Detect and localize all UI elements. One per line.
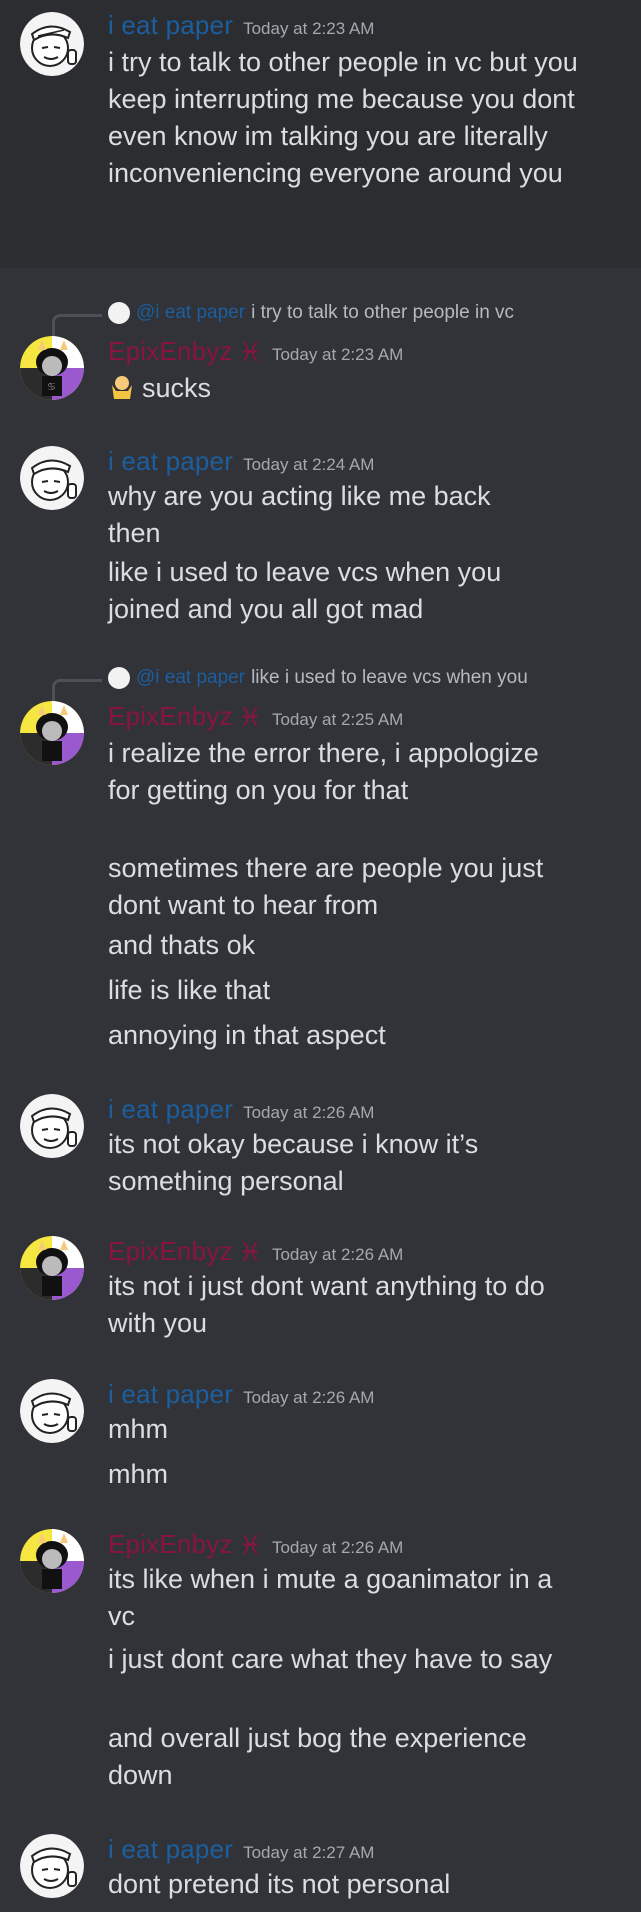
avatar-epix[interactable] — [20, 1529, 84, 1593]
username[interactable]: EpixEnbyz — [108, 1529, 233, 1559]
username[interactable]: i eat paper — [108, 10, 233, 40]
message-text: its not okay because i know it’s somethi… — [108, 1129, 479, 1196]
message-text-body: sucks — [142, 373, 212, 403]
message-item: i eat paper Today at 2:23 AM i try to tal… — [0, 0, 641, 268]
timestamp: Today at 2:23 AM — [271, 345, 404, 364]
epix-avatar-icon — [20, 701, 84, 765]
message-text: its like when i mute a goanimator in a v… — [108, 1564, 553, 1631]
username[interactable]: EpixEnbyz — [108, 1236, 233, 1266]
reply-text: like i used to leave vcs when you — [251, 667, 528, 689]
avatar-paper[interactable] — [20, 1094, 84, 1158]
message-text: i realize the error there, i appologize … — [108, 738, 539, 805]
message-text: why are you acting like me back then — [108, 481, 491, 548]
message-text: mhm — [108, 1414, 168, 1444]
username[interactable]: i eat paper — [108, 1094, 233, 1124]
reply-username[interactable]: @i eat paper — [136, 667, 245, 688]
message-item: EpixEnbyz ♓ Today at 2:26 AM its not i jus… — [0, 1232, 641, 1342]
pisces-badge-icon: ♓ — [238, 1238, 262, 1268]
svg-text:♋: ♋ — [47, 382, 56, 393]
reply-spine — [52, 314, 102, 336]
avatar-epix[interactable]: ♋ — [20, 336, 84, 400]
person-shrugging-emoji-icon — [108, 373, 136, 411]
reply-text: i try to talk to other people in vc — [251, 302, 515, 324]
avatar-epix[interactable] — [20, 701, 84, 765]
timestamp: Today at 2:23 AM — [243, 19, 375, 38]
message-text: sucks — [108, 370, 628, 411]
message-item: @i eat paper i try to talk to other peopl… — [0, 290, 641, 420]
message-text: annoying in that aspect — [108, 1020, 386, 1050]
message-item: i eat paper Today at 2:26 AM mhm mhm — [0, 1375, 641, 1489]
timestamp: Today at 2:26 AM — [271, 1245, 404, 1264]
message-text: life is like that — [108, 975, 271, 1005]
epix-avatar-icon — [20, 1236, 84, 1300]
timestamp: Today at 2:24 AM — [243, 455, 375, 474]
timestamp: Today at 2:26 AM — [243, 1103, 375, 1122]
timestamp: Today at 2:27 AM — [243, 1843, 375, 1862]
message-text: mhm — [108, 1459, 168, 1489]
timestamp: Today at 2:25 AM — [271, 710, 404, 729]
reply-avatar — [108, 302, 130, 324]
avatar-paper[interactable] — [20, 1379, 84, 1443]
message-text: and thats ok — [108, 930, 256, 960]
message-text: dont pretend its not personal — [108, 1869, 451, 1899]
username[interactable]: i eat paper — [108, 1834, 233, 1864]
avatar-paper[interactable] — [20, 1834, 84, 1898]
pisces-badge-icon: ♓ — [238, 1531, 262, 1561]
message-text: i just dont care what they have to say — [108, 1644, 553, 1674]
avatar-paper[interactable] — [20, 12, 84, 76]
reply-avatar — [108, 667, 130, 689]
message-item: i eat paper Today at 2:24 AM why are you … — [0, 440, 641, 640]
message-text: i try to talk to other people in vc but … — [108, 47, 578, 188]
reply-preview[interactable]: @i eat paper i try to talk to other peopl… — [108, 302, 514, 328]
epix-avatar-icon — [20, 1529, 84, 1593]
paper-avatar-icon — [20, 1379, 84, 1443]
message-text: its not i just dont want anything to do … — [108, 1271, 545, 1338]
paper-avatar-icon — [20, 1094, 84, 1158]
message-item: @i eat paper like i used to leave vcs whe… — [0, 655, 641, 1065]
message-text: sometimes there are people you just dont… — [108, 853, 544, 920]
message-item: i eat paper Today at 2:27 AM dont pretend… — [0, 1830, 641, 1912]
paper-avatar-icon — [20, 446, 84, 510]
message-text: like i used to leave vcs when you joined… — [108, 557, 502, 624]
timestamp: Today at 2:26 AM — [271, 1538, 404, 1557]
message-text: and overall just bog the experience down — [108, 1723, 527, 1790]
username[interactable]: EpixEnbyz — [108, 336, 233, 366]
pisces-badge-icon: ♓ — [238, 703, 262, 733]
paper-avatar-icon — [20, 1834, 84, 1898]
reply-preview[interactable]: @i eat paper like i used to leave vcs whe… — [108, 667, 528, 693]
message-item: EpixEnbyz ♓ Today at 2:26 AM its like when… — [0, 1525, 641, 1790]
avatar-paper[interactable] — [20, 446, 84, 510]
username[interactable]: i eat paper — [108, 1379, 233, 1409]
username[interactable]: i eat paper — [108, 446, 233, 476]
timestamp: Today at 2:26 AM — [243, 1388, 375, 1407]
reply-username[interactable]: @i eat paper — [136, 302, 245, 323]
pisces-badge-icon: ♓ — [238, 338, 262, 368]
paper-avatar-icon — [20, 12, 84, 76]
message-item: i eat paper Today at 2:26 AM its not okay… — [0, 1090, 641, 1200]
reply-spine — [52, 679, 102, 701]
username[interactable]: EpixEnbyz — [108, 701, 233, 731]
avatar-epix[interactable] — [20, 1236, 84, 1300]
epix-avatar-icon: ♋ — [20, 336, 84, 400]
